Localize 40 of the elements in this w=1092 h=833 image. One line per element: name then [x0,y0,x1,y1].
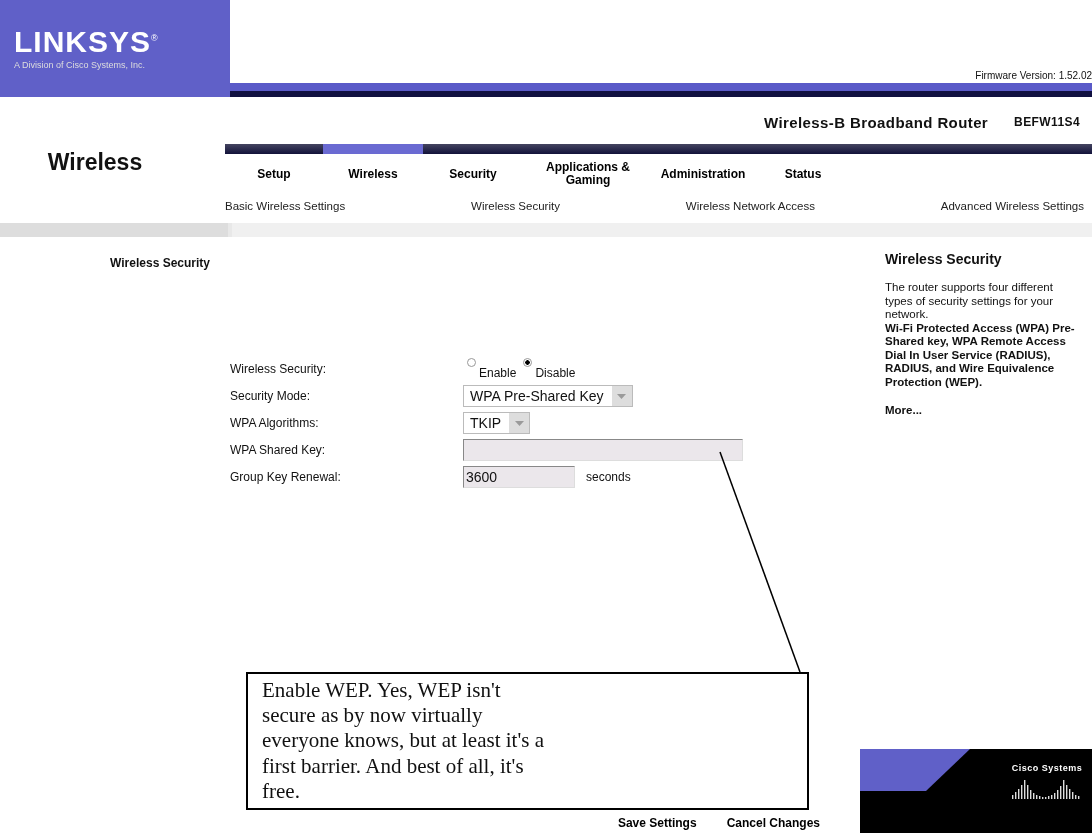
product-name: Wireless-B Broadband Router [764,113,989,131]
firmware-version: Firmware Version: 1.52.02 [975,70,1092,81]
text-field[interactable] [463,439,743,461]
help-text: The router supports four different types of security settings for your network. [885,281,1055,322]
dropdown[interactable]: WPA Pre-Shared Key [463,385,633,407]
dropdown[interactable]: TKIP [463,412,531,434]
caret-icon [611,386,632,406]
sidebar-label: Wireless Security [110,256,210,270]
brand-tagline: A Division of Cisco Systems, Inc. [14,60,147,70]
model-number: BEFW11S4 [1014,115,1080,129]
help-title: Wireless Security [885,251,1003,267]
nav-tab[interactable]: Wireless [323,154,423,194]
subtab-link[interactable]: Wireless Security [471,200,560,212]
nav-tab[interactable]: Security [423,154,523,194]
section-title: Wireless [46,148,144,177]
subtab-link[interactable]: Wireless Network Access [685,200,815,212]
nav-tab[interactable]: Applications & Gaming [523,154,653,194]
cisco-logo-text: Cisco Systems [1011,763,1083,773]
action-button[interactable]: Cancel Changes [726,816,820,830]
nav-tab[interactable]: Status [753,154,853,194]
field-label: Security Mode: [230,389,312,403]
field-label: WPA Shared Key: [230,443,327,457]
radio-button[interactable] [523,358,533,367]
radio-label: Enable [479,366,517,380]
more-link[interactable]: More... [885,403,1080,416]
text-field[interactable]: 3600 [463,466,575,488]
callout-box: Enable WEP. Yes, WEP isn't secure as by now virtually everyone knows, but at least it's a first barrier. And best of all, it's free. [246,672,809,810]
action-button[interactable]: Save Settings [617,816,697,830]
subtab-link[interactable]: Advanced Wireless Settings [940,200,1084,212]
nav-tab[interactable]: Administration [653,154,753,194]
unit-label: seconds [586,470,631,484]
brand-logo: LINKSYS$^{®}$ [14,27,160,57]
field-label: Wireless Security: [230,362,328,376]
caret-icon [509,413,530,433]
nav-tab[interactable]: Setup [225,154,323,194]
help-text: Wi-Fi Protected Access (WPA) Pre-Shared key, WPA Remote Access Dial In User Service (RADIUS), RADIUS, and Wire Equivalence Protection (WEP). [885,321,1076,390]
field-label: Group Key Renewal: [230,470,342,484]
subtab-link[interactable]: Basic Wireless Settings [225,200,346,212]
radio-label: Disable [535,366,576,380]
field-label: WPA Algorithms: [230,416,320,430]
